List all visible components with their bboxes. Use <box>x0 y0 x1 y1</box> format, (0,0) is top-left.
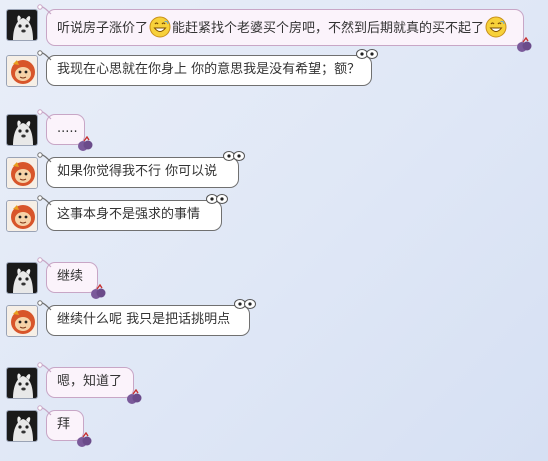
monkey-avatar-icon[interactable] <box>6 55 38 87</box>
dog-avatar-icon[interactable] <box>6 262 38 294</box>
message-bubble[interactable]: 拜 <box>37 405 92 447</box>
monkey-avatar-icon[interactable] <box>6 305 38 337</box>
message-text: 拜 <box>57 417 71 432</box>
message-text: 如果你觉得我不行 你可以说 <box>57 164 218 179</box>
message-bubble[interactable]: 如果你觉得我不行 你可以说 <box>37 151 245 188</box>
chat-message: 嗯，知道了 <box>6 362 142 404</box>
berry-decoration-icon <box>91 284 106 299</box>
chat-message: ..... <box>6 109 93 151</box>
message-text: 这事本身不是强求的事情 <box>57 207 201 222</box>
chat-message: 如果你觉得我不行 你可以说 <box>6 151 245 189</box>
chat-message: 我现在心思就在你身上 你的意思我是没有希望；额？ <box>6 49 378 87</box>
message-bubble[interactable]: 继续什么呢 我只是把话挑明点 <box>37 299 256 336</box>
grin-emoji-icon <box>149 16 171 38</box>
eyes-decoration-icon <box>223 151 245 161</box>
bubble-tail-icon <box>37 4 52 15</box>
bubble-tail-icon <box>37 50 52 61</box>
message-text: 嗯，知道了 <box>57 374 123 389</box>
chat-message: 这事本身不是强求的事情 <box>6 194 228 232</box>
message-text: 继续 <box>57 269 84 284</box>
chat-transcript: 听说房子涨价了 能赶紧找个老婆买个房吧，不然到后期就真的买不起了 我现在心思就在… <box>0 0 548 461</box>
message-bubble[interactable]: 听说房子涨价了 能赶紧找个老婆买个房吧，不然到后期就真的买不起了 <box>37 4 532 52</box>
message-text: 能赶紧找个老婆买个房吧，不然到后期就真的买不起了 <box>172 21 485 36</box>
dog-avatar-icon[interactable] <box>6 114 38 146</box>
bubble-tail-icon <box>37 405 52 416</box>
eyes-decoration-icon <box>356 49 378 59</box>
chat-message: 听说房子涨价了 能赶紧找个老婆买个房吧，不然到后期就真的买不起了 <box>6 4 532 52</box>
grin-emoji-icon <box>485 16 507 38</box>
dog-avatar-icon[interactable] <box>6 410 38 442</box>
message-bubble[interactable]: 这事本身不是强求的事情 <box>37 194 228 231</box>
bubble-tail-icon <box>37 300 52 311</box>
message-text: 我现在心思就在你身上 你的意思我是没有希望；额？ <box>57 62 361 77</box>
berry-decoration-icon <box>517 37 532 52</box>
chat-message: 继续什么呢 我只是把话挑明点 <box>6 299 256 337</box>
bubble-tail-icon <box>37 257 52 268</box>
monkey-avatar-icon[interactable] <box>6 200 38 232</box>
chat-message: 继续 <box>6 257 106 299</box>
dog-avatar-icon[interactable] <box>6 367 38 399</box>
berry-decoration-icon <box>77 432 92 447</box>
message-bubble[interactable]: ..... <box>37 109 93 151</box>
bubble-tail-icon <box>37 362 52 373</box>
message-text: 听说房子涨价了 <box>57 21 149 36</box>
berry-decoration-icon <box>127 389 142 404</box>
berry-decoration-icon <box>78 136 93 151</box>
message-bubble[interactable]: 我现在心思就在你身上 你的意思我是没有希望；额？ <box>37 49 378 86</box>
chat-message: 拜 <box>6 405 92 447</box>
message-text: 继续什么呢 我只是把话挑明点 <box>57 312 231 327</box>
message-text: ..... <box>57 121 78 136</box>
message-bubble[interactable]: 继续 <box>37 257 106 299</box>
bubble-tail-icon <box>37 152 52 163</box>
dog-avatar-icon[interactable] <box>6 9 38 41</box>
bubble-tail-icon <box>37 109 52 120</box>
message-bubble[interactable]: 嗯，知道了 <box>37 362 142 404</box>
bubble-tail-icon <box>37 195 52 206</box>
eyes-decoration-icon <box>234 299 256 309</box>
eyes-decoration-icon <box>206 194 228 204</box>
monkey-avatar-icon[interactable] <box>6 157 38 189</box>
